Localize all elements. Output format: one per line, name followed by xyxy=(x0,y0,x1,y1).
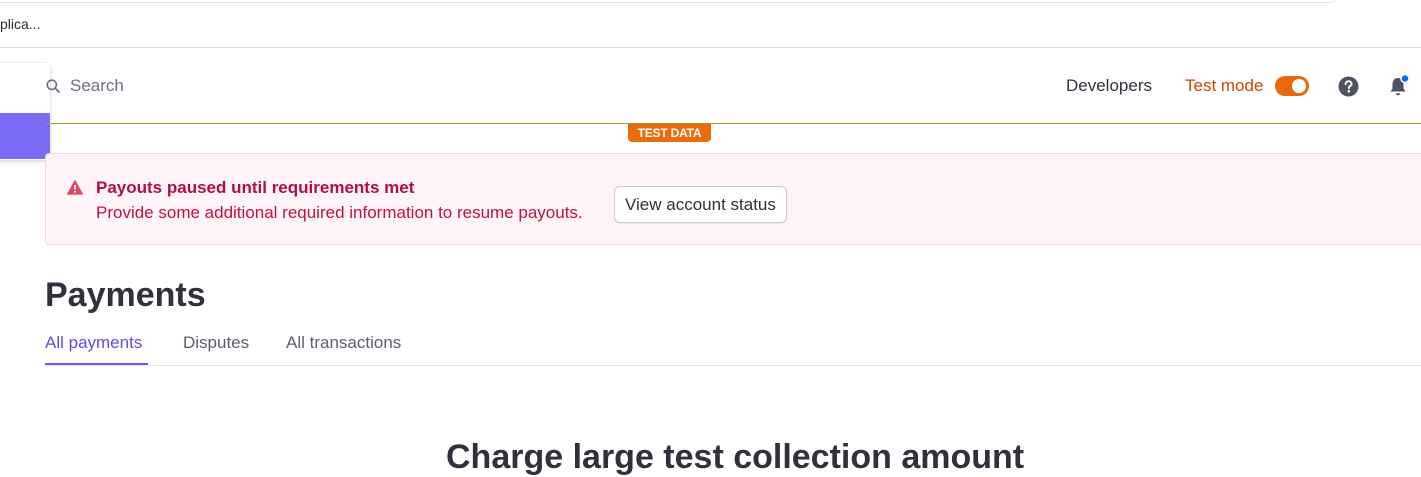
browser-address-bar-edge xyxy=(0,0,1338,3)
toggle-knob xyxy=(1292,79,1306,93)
payouts-alert-banner: Payouts paused until requirements met Pr… xyxy=(45,153,1421,245)
browser-divider xyxy=(0,47,1421,48)
tab-all-payments[interactable]: All payments xyxy=(45,333,142,353)
sidebar-panel xyxy=(0,63,50,160)
alert-title: Payouts paused until requirements met xyxy=(96,178,415,197)
developers-link[interactable]: Developers xyxy=(1066,76,1152,96)
view-account-status-button[interactable]: View account status xyxy=(614,186,787,223)
tab-disputes[interactable]: Disputes xyxy=(183,333,249,353)
search-bar[interactable]: Search xyxy=(46,74,124,98)
test-mode-toggle[interactable] xyxy=(1275,76,1309,96)
bookmark-item[interactable]: plica... xyxy=(0,16,40,32)
tabs-divider xyxy=(45,365,1421,366)
test-mode-label[interactable]: Test mode xyxy=(1185,76,1263,96)
sidebar-active-item[interactable] xyxy=(0,113,50,159)
page-title: Payments xyxy=(45,276,206,314)
empty-state-heading: Charge large test collection amount xyxy=(446,438,1025,476)
help-icon[interactable] xyxy=(1338,76,1359,97)
test-data-badge: TEST DATA xyxy=(628,124,711,142)
search-icon xyxy=(46,79,60,93)
test-mode-line xyxy=(46,123,1421,124)
warning-icon xyxy=(67,180,83,195)
search-placeholder: Search xyxy=(70,76,124,95)
alert-message: Provide some additional required informa… xyxy=(96,203,583,222)
tab-all-transactions[interactable]: All transactions xyxy=(286,333,401,353)
bell-icon[interactable] xyxy=(1388,73,1410,98)
